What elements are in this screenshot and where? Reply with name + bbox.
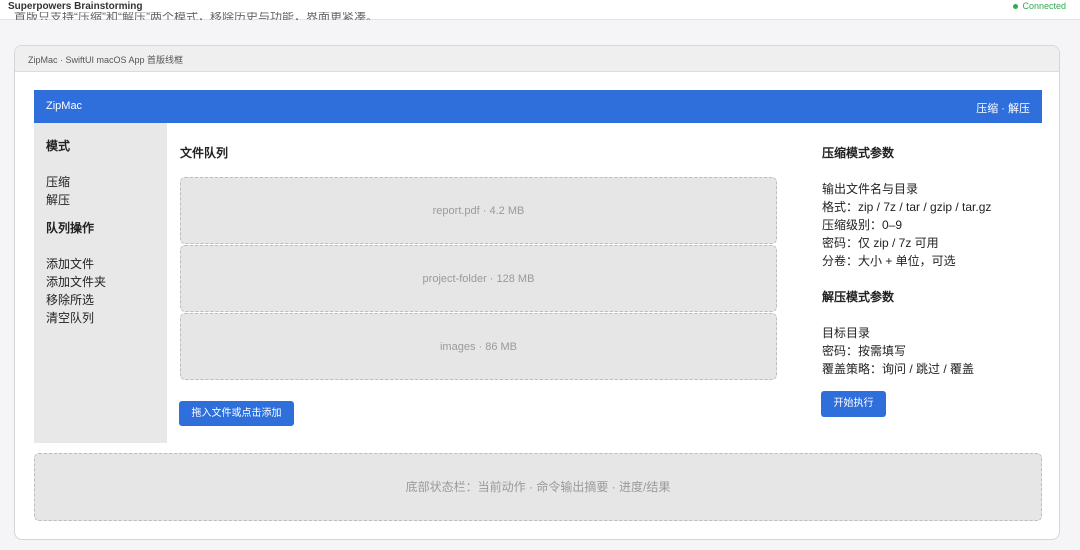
compress-param-output: 输出文件名与目录: [822, 182, 919, 196]
extract-param-target: 目标目录: [822, 326, 871, 340]
sidebar-item-clear-queue[interactable]: 清空队列: [46, 309, 167, 327]
queue-item[interactable]: report.pdf · 4.2 MB: [180, 177, 777, 244]
connection-status-label: Connected: [1022, 1, 1066, 11]
add-files-button[interactable]: 拖入文件或点击添加: [179, 401, 294, 426]
sidebar-item-compress[interactable]: 压缩: [46, 173, 167, 191]
sidebar-heading-mode: 模式: [46, 139, 71, 153]
compress-param-format: 格式：zip / 7z / tar / gzip / tar.gz: [822, 200, 992, 214]
wireframe-card: ZipMac · SwiftUI macOS App 首版线框 ZipMac 压…: [14, 45, 1060, 540]
sidebar-heading-queue: 队列操作: [46, 221, 95, 235]
compress-param-password: 密码：仅 zip / 7z 可用: [822, 236, 939, 250]
card-header: ZipMac · SwiftUI macOS App 首版线框: [15, 46, 1059, 72]
compress-params-heading: 压缩模式参数: [822, 146, 895, 160]
sidebar: 模式 压缩 解压 队列操作 添加文件 添加文件夹 移除所选 清空队列: [34, 123, 167, 443]
app-window-title: Superpowers Brainstorming: [8, 1, 143, 12]
queue-item[interactable]: project-folder · 128 MB: [180, 245, 777, 312]
connection-status: Connected: [1013, 1, 1066, 11]
queue-item[interactable]: images · 86 MB: [180, 313, 777, 380]
sidebar-item-remove-selected[interactable]: 移除所选: [46, 291, 167, 309]
sidebar-item-add-folder[interactable]: 添加文件夹: [46, 273, 167, 291]
sidebar-item-add-file[interactable]: 添加文件: [46, 255, 167, 273]
app-title: ZipMac: [46, 100, 83, 112]
extract-param-password: 密码：按需填写: [822, 344, 907, 358]
run-button[interactable]: 开始执行: [821, 391, 886, 417]
compress-param-split: 分卷：大小 + 单位，可选: [822, 254, 956, 268]
params-panel: 压缩模式参数 输出文件名与目录 格式：zip / 7z / tar / gzip…: [822, 144, 1032, 378]
compress-param-level: 压缩级别：0–9: [822, 218, 903, 232]
app-title-bar: ZipMac 压缩 · 解压: [34, 90, 1042, 123]
app-mode-summary: 压缩 · 解压: [976, 103, 1030, 115]
sidebar-item-extract[interactable]: 解压: [46, 191, 167, 209]
intro-text-cut: 首版只支持“压缩”和“解压”两个模式，移除历史与功能，界面更紧凑。: [14, 12, 378, 20]
extract-param-overwrite: 覆盖策略：询问 / 跳过 / 覆盖: [822, 362, 975, 376]
extract-params-heading: 解压模式参数: [822, 290, 895, 304]
queue-title: 文件队列: [180, 146, 229, 160]
status-dot-icon: [1013, 4, 1019, 10]
status-bar: 底部状态栏：当前动作 · 命令输出摘要 · 进度/结果: [34, 453, 1042, 521]
